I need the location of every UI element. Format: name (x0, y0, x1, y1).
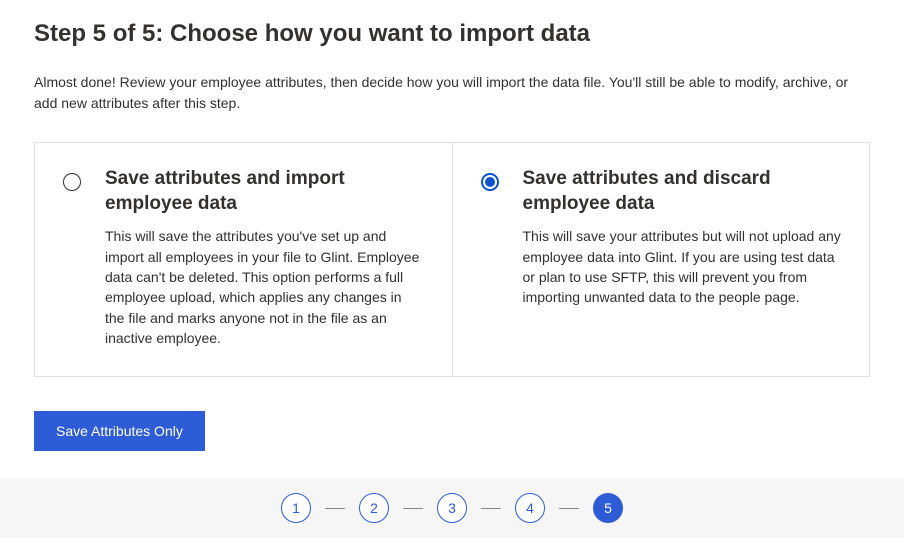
radio-discard[interactable] (481, 173, 499, 191)
stepper-bar: 1 2 3 4 5 (0, 478, 904, 538)
step-connector (403, 508, 423, 509)
option-discard-title: Save attributes and discard employee dat… (523, 167, 842, 216)
option-discard[interactable]: Save attributes and discard employee dat… (453, 143, 870, 376)
options-container: Save attributes and import employee data… (34, 142, 870, 377)
step-connector (481, 508, 501, 509)
option-import-description: This will save the attributes you've set… (105, 226, 424, 348)
step-connector (559, 508, 579, 509)
step-3[interactable]: 3 (437, 493, 467, 523)
option-discard-description: This will save your attributes but will … (523, 226, 842, 307)
save-attributes-button[interactable]: Save Attributes Only (34, 411, 205, 451)
step-4[interactable]: 4 (515, 493, 545, 523)
option-import[interactable]: Save attributes and import employee data… (35, 143, 453, 376)
step-1[interactable]: 1 (281, 493, 311, 523)
step-connector (325, 508, 345, 509)
step-2[interactable]: 2 (359, 493, 389, 523)
radio-inner-icon (485, 177, 495, 187)
step-5[interactable]: 5 (593, 493, 623, 523)
page-title: Step 5 of 5: Choose how you want to impo… (34, 20, 870, 48)
stepper: 1 2 3 4 5 (281, 493, 623, 523)
option-import-title: Save attributes and import employee data (105, 167, 424, 216)
intro-text: Almost done! Review your employee attrib… (34, 72, 870, 114)
radio-import[interactable] (63, 173, 81, 191)
